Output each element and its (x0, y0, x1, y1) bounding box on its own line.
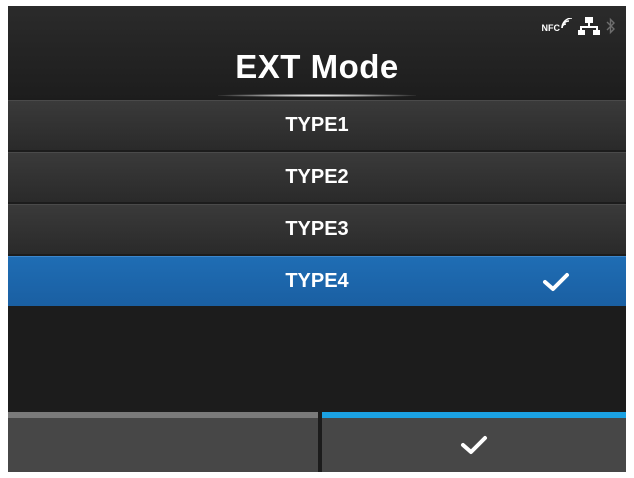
page-title: EXT Mode (235, 48, 399, 85)
list-item-type3[interactable]: TYPE3 (8, 204, 626, 254)
list-item-label: TYPE1 (285, 114, 349, 136)
list-item-type1[interactable]: TYPE1 (8, 100, 626, 150)
status-bar: NFC (542, 16, 617, 40)
checkmark-icon (543, 273, 569, 291)
list-item-label: TYPE4 (285, 270, 349, 292)
list-item-label: TYPE3 (285, 218, 349, 240)
checkmark-icon (461, 436, 487, 454)
title-underline (218, 94, 416, 97)
confirm-button[interactable] (322, 412, 626, 472)
printer-display: NFC EXT Mode TYPE1 TYPE2 TYPE3 TYPE4 (8, 6, 626, 472)
list-empty-area (8, 308, 626, 412)
network-icon (578, 16, 600, 40)
nfc-icon: NFC (541, 18, 572, 36)
list-item-label: TYPE2 (285, 166, 349, 188)
bluetooth-icon (606, 17, 616, 40)
footer (8, 412, 626, 472)
back-button[interactable] (8, 412, 318, 472)
list-item-type2[interactable]: TYPE2 (8, 152, 626, 202)
list-item-type4[interactable]: TYPE4 (8, 256, 626, 306)
header: NFC EXT Mode (8, 6, 626, 98)
nfc-label: NFC (541, 23, 561, 33)
option-list: TYPE1 TYPE2 TYPE3 TYPE4 (8, 100, 626, 308)
